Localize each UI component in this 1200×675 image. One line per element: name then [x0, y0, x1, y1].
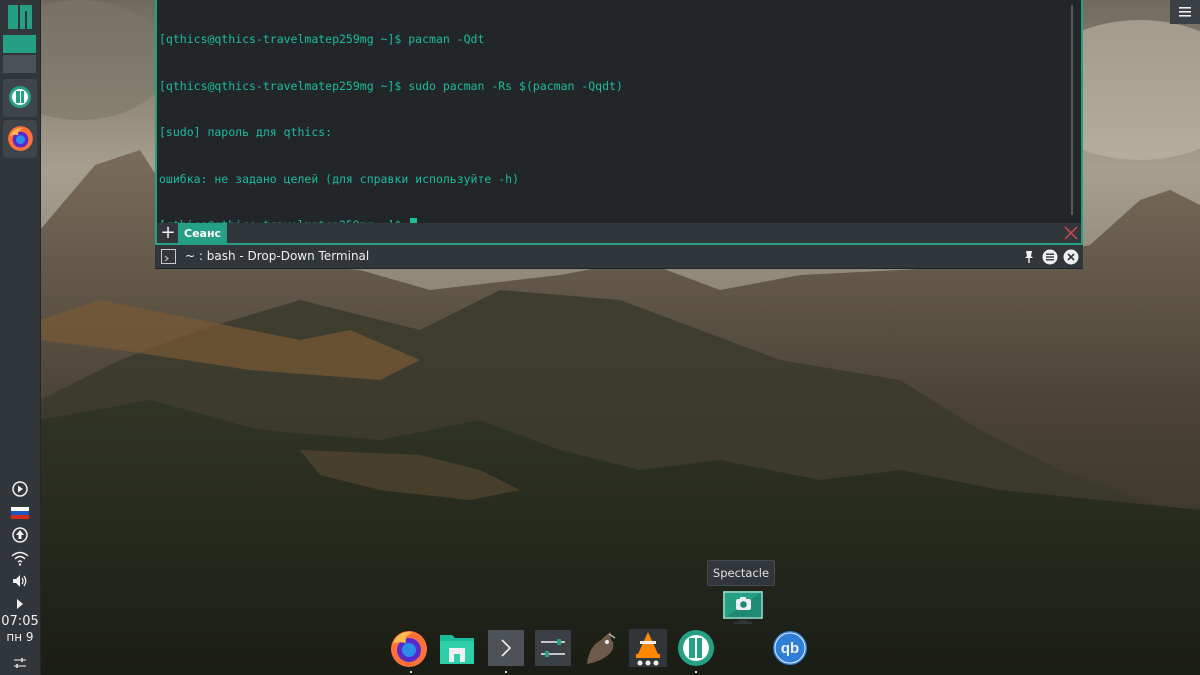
- hamburger-icon: [1179, 7, 1191, 17]
- update-icon[interactable]: [10, 526, 30, 544]
- terminal-line: [sudo] пароль для qthics:: [159, 125, 333, 139]
- terminal-line: [qthics@qthics-travelmatep259mg ~]$ sudo…: [159, 78, 623, 93]
- keyboard-layout-flag-icon[interactable]: [10, 504, 30, 522]
- firefox-icon: [8, 126, 33, 151]
- wifi-icon[interactable]: [10, 549, 30, 567]
- close-tab-icon[interactable]: [1063, 225, 1079, 241]
- running-indicator: [410, 671, 412, 673]
- task-manjaro-hello[interactable]: [3, 79, 37, 117]
- running-indicator: [505, 671, 507, 673]
- window-title: ~ : bash - Drop-Down Terminal: [185, 249, 370, 263]
- dock-tooltip: Spectacle: [707, 560, 775, 586]
- running-indicator: [695, 671, 697, 673]
- manjaro-hello-icon[interactable]: [676, 628, 716, 668]
- menu-icon[interactable]: [1042, 249, 1058, 265]
- new-tab-button[interactable]: +: [160, 224, 176, 242]
- clock-date[interactable]: пн 9: [0, 630, 40, 644]
- clock-time[interactable]: 07:05: [0, 614, 40, 629]
- desktop-menu-button[interactable]: [1170, 0, 1200, 24]
- gimp-icon[interactable]: [581, 628, 621, 668]
- terminal-tab-bar: + Сеанс: [157, 223, 1081, 243]
- dropdown-terminal[interactable]: [qthics@qthics-travelmatep259mg ~]$ pacm…: [155, 0, 1083, 245]
- task-firefox[interactable]: [3, 120, 37, 158]
- svg-text:qb: qb: [781, 640, 799, 657]
- virtual-desktop-1[interactable]: [3, 35, 36, 53]
- terminal-icon[interactable]: [486, 628, 526, 668]
- settings-icon[interactable]: [533, 628, 573, 668]
- expand-tray-icon[interactable]: [10, 595, 30, 613]
- volume-icon[interactable]: [10, 572, 30, 590]
- vlc-icon[interactable]: [628, 628, 668, 668]
- manjaro-hello-icon: [9, 86, 31, 108]
- file-manager-icon[interactable]: [437, 628, 477, 668]
- qbittorrent-icon[interactable]: qb: [770, 628, 810, 668]
- virtual-desktop-2[interactable]: [3, 55, 36, 73]
- terminal-title-bar[interactable]: ~ : bash - Drop-Down Terminal: [155, 245, 1083, 269]
- tab-session[interactable]: Сеанс: [178, 223, 228, 243]
- left-panel: 07:05 пн 9: [0, 0, 41, 675]
- firefox-icon[interactable]: [389, 628, 429, 668]
- terminal-line: ошибка: не задано целей (для справки исп…: [159, 171, 520, 186]
- terminal-line: [qthics@qthics-travelmatep259mg ~]$ pacm…: [159, 32, 485, 46]
- media-player-icon[interactable]: [10, 480, 30, 498]
- terminal-scrollbar[interactable]: [1071, 5, 1073, 215]
- terminal-window-icon: [161, 249, 176, 264]
- close-icon[interactable]: [1063, 249, 1079, 265]
- pin-icon[interactable]: [1021, 249, 1037, 265]
- application-launcher-icon[interactable]: [6, 4, 34, 30]
- dock: qb: [383, 620, 818, 672]
- panel-settings-icon[interactable]: [10, 654, 30, 672]
